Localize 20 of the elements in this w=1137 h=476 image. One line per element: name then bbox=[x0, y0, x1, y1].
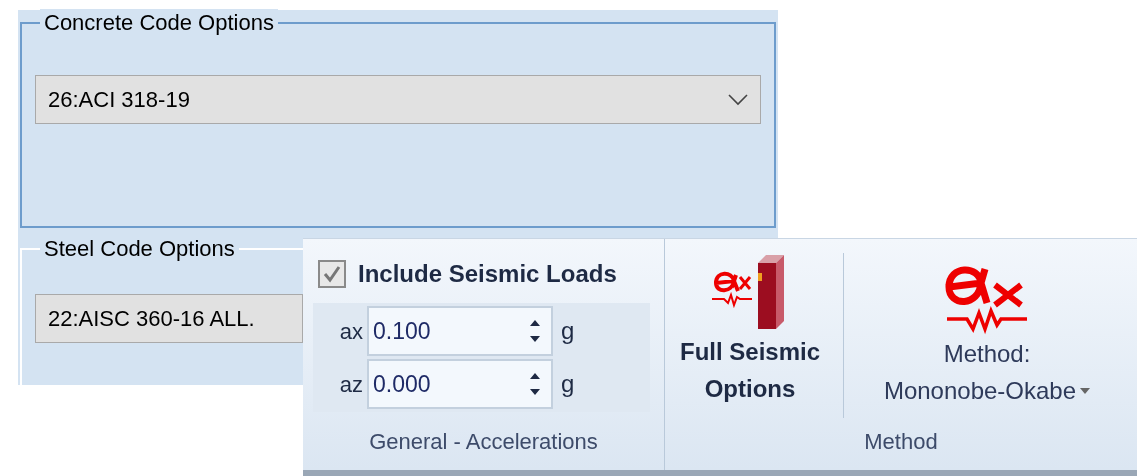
include-seismic-checkbox[interactable] bbox=[318, 260, 346, 288]
group-title: Concrete Code Options bbox=[40, 9, 278, 37]
group-label: General - Accelerations bbox=[368, 428, 599, 456]
code-dropdown[interactable]: 22:AISC 360-16 ALL. bbox=[35, 294, 303, 343]
group-label: Method bbox=[863, 428, 939, 456]
code-dropdown[interactable]: 26:ACI 318-19 bbox=[35, 75, 761, 124]
checkbox-label: Include Seismic Loads bbox=[358, 259, 617, 289]
acceleration-spinner[interactable]: 0.100 bbox=[367, 306, 553, 356]
unit-label: g bbox=[560, 316, 575, 346]
up-down-arrows-icon bbox=[529, 318, 541, 344]
acceleration-spinner[interactable]: 0.000 bbox=[367, 359, 553, 409]
axis-label: az bbox=[338, 370, 364, 399]
full-seismic-options-button[interactable]: Full Seismic Options bbox=[665, 253, 835, 407]
chevron-down-icon bbox=[728, 93, 748, 106]
unit-label: g bbox=[560, 369, 575, 399]
up-down-arrows-icon bbox=[529, 371, 541, 397]
axis-label: ax bbox=[338, 317, 364, 346]
method-dropdown-button[interactable]: Method: Mononobe-Okabe bbox=[852, 253, 1122, 418]
caret-icon bbox=[1080, 387, 1091, 394]
checkmark-icon bbox=[323, 265, 341, 283]
